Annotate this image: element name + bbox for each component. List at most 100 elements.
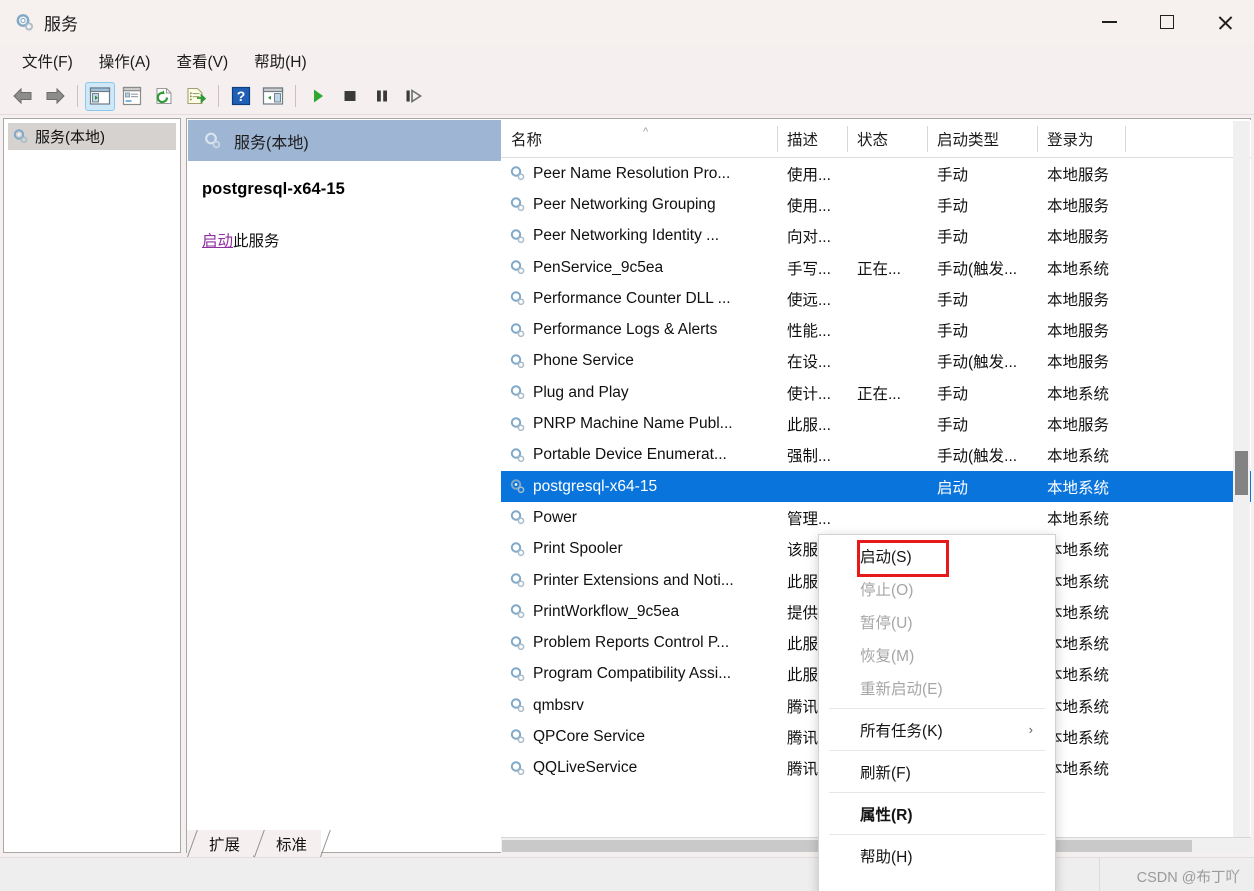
cell-log-on-as: 本地服务	[1047, 291, 1110, 309]
menu-action[interactable]: 操作(A)	[89, 47, 161, 75]
table-row[interactable]: Portable Device Enumerat... 强制... 手动(触发...…	[501, 440, 1251, 471]
show-action-pane-icon[interactable]	[258, 82, 288, 111]
tree-item-services-local[interactable]: 服务(本地)	[8, 123, 176, 150]
service-name-label: Power	[533, 508, 577, 526]
service-gear-icon	[509, 196, 526, 213]
service-name-label: PrintWorkflow_9c5ea	[533, 602, 680, 620]
table-row[interactable]: Performance Logs & Alerts 性能... 手动 本地服务	[501, 314, 1251, 345]
cell-service-name: Plug and Play	[501, 384, 777, 402]
start-service-icon[interactable]	[303, 82, 333, 111]
context-menu-separator	[829, 708, 1045, 709]
cell-startup-type: 手动	[937, 385, 969, 403]
service-name-label: postgresql-x64-15	[533, 477, 658, 495]
maximize-icon	[1160, 15, 1174, 29]
back-arrow-icon[interactable]	[8, 82, 38, 111]
submenu-chevron-right-icon: ›	[1028, 722, 1033, 737]
stop-service-icon[interactable]	[335, 82, 365, 111]
cell-description: 强制...	[787, 448, 831, 466]
list-vertical-scrollbar[interactable]	[1233, 121, 1250, 838]
cell-log-on-as: 本地服务	[1047, 323, 1110, 341]
table-row[interactable]: Peer Networking Grouping 使用... 手动 本地服务	[501, 189, 1251, 220]
cell-startup-type: 手动	[937, 323, 969, 341]
minimize-button[interactable]	[1080, 0, 1138, 44]
service-name-label: Plug and Play	[533, 383, 629, 401]
context-menu-properties[interactable]: 属性(R)	[819, 797, 1055, 830]
context-menu-restart-label: 重新启动(E)	[860, 680, 943, 698]
service-gear-icon	[509, 165, 526, 182]
context-menu-all-tasks-label: 所有任务(K)	[860, 722, 943, 740]
context-menu-all-tasks[interactable]: 所有任务(K) ›	[819, 713, 1055, 746]
cell-startup-type: 启动	[937, 479, 969, 497]
cell-service-name: QQLiveService	[501, 759, 777, 777]
service-gear-icon	[509, 697, 526, 714]
restart-service-icon[interactable]	[399, 82, 429, 111]
context-menu-restart: 重新启动(E)	[819, 671, 1055, 704]
cell-startup-type: 手动(触发...	[937, 354, 1018, 372]
menu-view[interactable]: 查看(V)	[166, 47, 238, 75]
cell-status: 正在...	[857, 385, 901, 403]
service-name-label: PenService_9c5ea	[533, 258, 664, 276]
table-row[interactable]: Performance Counter DLL ... 使远... 手动 本地服务	[501, 283, 1251, 314]
service-name-label: QQLiveService	[533, 759, 638, 777]
cell-description: 手写...	[787, 260, 831, 278]
show-hide-console-tree-icon[interactable]	[85, 81, 115, 111]
context-menu-start[interactable]: 启动(S)	[819, 539, 1055, 572]
table-row[interactable]: Power 管理... 本地系统	[501, 502, 1251, 533]
pane-banner-label: 服务(本地)	[234, 134, 309, 152]
cell-log-on-as: 本地系统	[1047, 479, 1110, 497]
refresh-icon[interactable]	[149, 82, 179, 111]
tab-extended[interactable]: 扩展	[187, 830, 255, 857]
watermark: CSDN @布丁吖	[1136, 870, 1240, 886]
cell-description: 此服...	[787, 417, 831, 435]
context-menu-pause-label: 暂停(U)	[860, 614, 913, 632]
start-service-link[interactable]: 启动	[202, 233, 233, 250]
properties-icon[interactable]	[117, 82, 147, 111]
table-row[interactable]: Phone Service 在设... 手动(触发... 本地服务	[501, 346, 1251, 377]
context-menu-refresh[interactable]: 刷新(F)	[819, 755, 1055, 788]
service-gear-icon	[509, 228, 526, 245]
forward-arrow-icon[interactable]	[40, 82, 70, 111]
export-list-icon[interactable]	[181, 82, 211, 111]
list-vertical-scroll-thumb[interactable]	[1235, 451, 1248, 495]
help-icon[interactable]: ?	[226, 82, 256, 111]
cell-description: 使用...	[787, 166, 831, 184]
table-row[interactable]: Peer Networking Identity ... 向对... 手动 本地服务	[501, 221, 1251, 252]
cell-status: 正在...	[857, 260, 901, 278]
service-gear-icon	[509, 384, 526, 401]
menu-file[interactable]: 文件(F)	[12, 47, 83, 75]
table-row[interactable]: Peer Name Resolution Pro... 使用... 手动 本地服务	[501, 158, 1251, 189]
tab-standard[interactable]: 标准	[254, 830, 322, 857]
close-button[interactable]	[1196, 0, 1254, 44]
table-row[interactable]: postgresql-x64-15 启动 本地系统	[501, 470, 1251, 503]
service-gear-icon	[509, 478, 526, 495]
table-row[interactable]: Plug and Play 使计... 正在... 手动 本地系统	[501, 377, 1251, 408]
context-menu-help[interactable]: 帮助(H)	[819, 839, 1055, 872]
service-gear-icon	[509, 290, 526, 307]
service-gear-icon	[509, 353, 526, 370]
services-gear-icon	[13, 11, 35, 33]
context-menu-separator	[829, 750, 1045, 751]
column-header-startup-type[interactable]: 启动类型	[927, 120, 1037, 157]
service-gear-icon	[509, 447, 526, 464]
context-menu-refresh-label: 刷新(F)	[860, 764, 911, 782]
column-header-status[interactable]: 状态	[847, 120, 927, 157]
list-column-headers: 名称 ^ 描述 状态 启动类型 登录为	[501, 120, 1251, 158]
table-row[interactable]: PNRP Machine Name Publ... 此服... 手动 本地服务	[501, 408, 1251, 439]
cell-service-name: Peer Networking Identity ...	[501, 227, 777, 245]
column-header-name[interactable]: 名称 ^	[501, 120, 777, 157]
services-gear-icon	[203, 131, 223, 151]
service-gear-icon	[509, 635, 526, 652]
cell-log-on-as: 本地服务	[1047, 354, 1110, 372]
maximize-button[interactable]	[1138, 0, 1196, 44]
cell-log-on-as: 本地系统	[1047, 448, 1110, 466]
service-gear-icon	[509, 728, 526, 745]
cell-service-name: Phone Service	[501, 352, 777, 370]
service-name-label: Print Spooler	[533, 540, 623, 558]
service-action-text: 启动此服务	[202, 229, 501, 251]
menu-bar: 文件(F) 操作(A) 查看(V) 帮助(H)	[0, 44, 1254, 78]
pause-service-icon[interactable]	[367, 82, 397, 111]
menu-help[interactable]: 帮助(H)	[244, 47, 317, 75]
column-header-description[interactable]: 描述	[777, 120, 847, 157]
table-row[interactable]: PenService_9c5ea 手写... 正在... 手动(触发... 本地系统	[501, 252, 1251, 283]
column-header-log-on-as[interactable]: 登录为	[1037, 120, 1125, 157]
